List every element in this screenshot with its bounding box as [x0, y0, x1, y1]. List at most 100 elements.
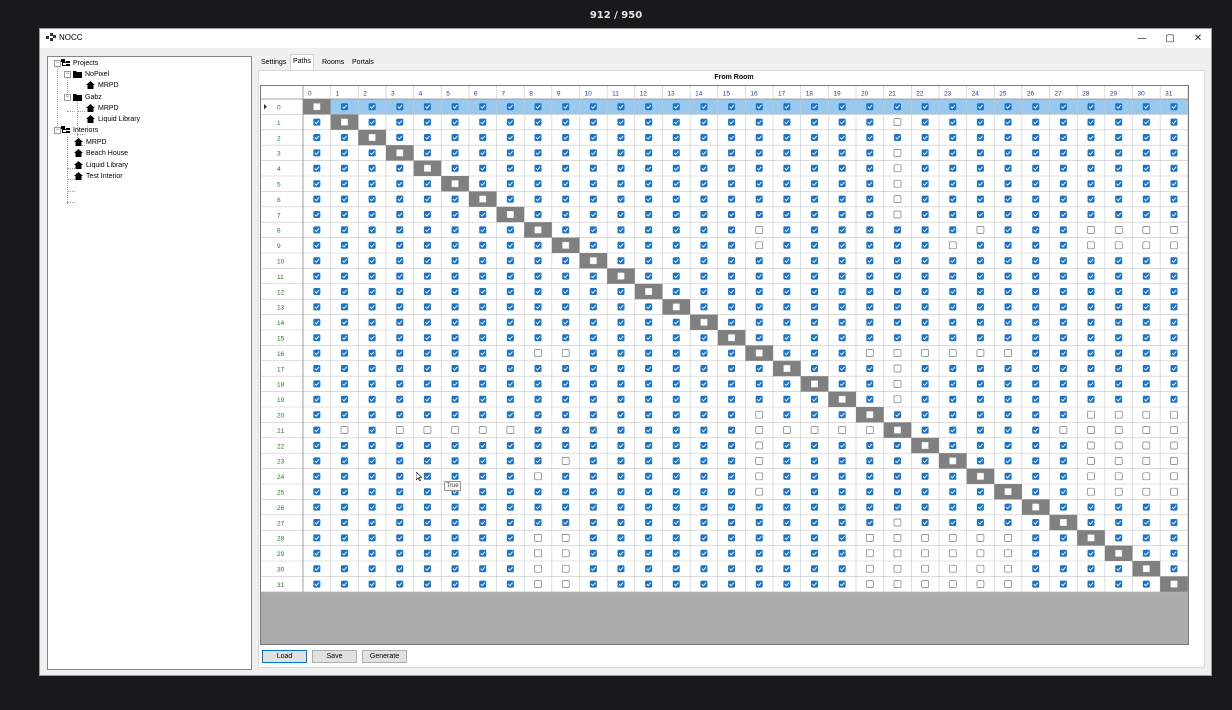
path-checkbox-unchecked[interactable]: [1004, 549, 1012, 558]
path-checkbox-checked[interactable]: [728, 503, 736, 511]
path-checkbox-checked[interactable]: [1032, 426, 1040, 434]
path-checkbox-checked[interactable]: [1087, 211, 1095, 218]
path-checkbox-checked[interactable]: [672, 472, 680, 480]
path-checkbox-checked[interactable]: [589, 103, 597, 111]
path-checkbox-checked[interactable]: [479, 519, 487, 526]
path-checkbox-checked[interactable]: [479, 457, 487, 465]
path-checkbox-checked[interactable]: [617, 334, 625, 342]
path-checkbox-checked[interactable]: [562, 395, 570, 403]
path-checkbox-checked[interactable]: [672, 565, 680, 573]
path-checkbox-checked[interactable]: [866, 380, 874, 388]
path-checkbox-checked[interactable]: [645, 395, 653, 403]
path-checkbox-checked[interactable]: [423, 257, 431, 265]
path-checkbox-checked[interactable]: [728, 118, 736, 126]
path-checkbox-checked[interactable]: [921, 426, 929, 434]
path-checkbox-unchecked[interactable]: [893, 395, 902, 404]
path-checkbox-checked[interactable]: [313, 195, 321, 203]
path-checkbox-checked[interactable]: [1142, 118, 1150, 126]
path-checkbox-checked[interactable]: [368, 272, 376, 280]
path-checkbox-checked[interactable]: [1059, 288, 1067, 295]
path-checkbox-checked[interactable]: [589, 365, 597, 372]
path-checkbox-checked[interactable]: [1032, 134, 1040, 141]
path-checkbox-checked[interactable]: [728, 195, 736, 203]
path-checkbox-checked[interactable]: [1059, 365, 1067, 372]
path-checkbox-checked[interactable]: [811, 226, 819, 234]
path-checkbox-checked[interactable]: [396, 288, 404, 295]
path-checkbox-unchecked[interactable]: [893, 549, 902, 558]
path-checkbox-checked[interactable]: [1004, 442, 1012, 449]
path-checkbox-checked[interactable]: [672, 149, 680, 157]
path-checkbox-checked[interactable]: [506, 534, 514, 542]
path-checkbox-unchecked[interactable]: [1142, 410, 1151, 419]
path-checkbox-unchecked[interactable]: [534, 349, 542, 357]
path-matrix-svg[interactable]: 0 1 2 3 4 5 6 7 8 9 10 11 12 13 14 15 16 17 18 19 20 21 22 23 24…: [261, 86, 1189, 645]
path-checkbox-checked[interactable]: [672, 180, 680, 188]
path-checkbox-checked[interactable]: [506, 149, 514, 157]
path-checkbox-checked[interactable]: [1142, 103, 1150, 111]
path-checkbox-unchecked[interactable]: [1170, 410, 1178, 419]
path-checkbox-checked[interactable]: [451, 549, 459, 557]
path-checkbox-checked[interactable]: [340, 442, 348, 449]
path-checkbox-checked[interactable]: [479, 164, 487, 172]
path-checkbox-checked[interactable]: [1087, 349, 1095, 357]
path-checkbox-checked[interactable]: [893, 457, 901, 465]
path-checkbox-unchecked[interactable]: [1142, 241, 1151, 250]
path-checkbox-checked[interactable]: [755, 103, 763, 111]
path-checkbox-checked[interactable]: [589, 334, 597, 342]
path-checkbox-checked[interactable]: [1032, 211, 1040, 218]
path-checkbox-checked[interactable]: [1142, 149, 1150, 157]
tree-node-interiors[interactable]: Interiors: [61, 125, 98, 136]
path-checkbox-checked[interactable]: [893, 288, 901, 295]
path-checkbox-checked[interactable]: [838, 565, 846, 573]
path-checkbox-checked[interactable]: [1032, 488, 1040, 496]
path-checkbox-checked[interactable]: [534, 426, 542, 434]
path-checkbox-checked[interactable]: [396, 334, 404, 342]
path-checkbox-unchecked[interactable]: [865, 580, 874, 588]
path-checkbox-checked[interactable]: [1059, 472, 1067, 480]
path-checkbox-checked[interactable]: [423, 580, 431, 588]
path-checkbox-checked[interactable]: [451, 226, 459, 234]
path-checkbox-checked[interactable]: [423, 488, 431, 496]
path-checkbox-unchecked[interactable]: [1170, 457, 1178, 465]
path-checkbox-checked[interactable]: [949, 334, 957, 342]
path-checkbox-checked[interactable]: [313, 226, 321, 234]
path-checkbox-checked[interactable]: [755, 272, 763, 280]
path-checkbox-checked[interactable]: [423, 195, 431, 203]
path-checkbox-checked[interactable]: [1115, 380, 1123, 388]
path-checkbox-checked[interactable]: [893, 226, 901, 234]
path-checkbox-checked[interactable]: [534, 365, 542, 372]
path-checkbox-checked[interactable]: [506, 580, 514, 588]
path-checkbox-checked[interactable]: [534, 149, 542, 157]
path-checkbox-unchecked[interactable]: [561, 534, 570, 542]
path-checkbox-checked[interactable]: [1087, 380, 1095, 388]
path-checkbox-checked[interactable]: [755, 503, 763, 511]
path-checkbox-checked[interactable]: [617, 303, 625, 311]
path-checkbox-checked[interactable]: [313, 149, 321, 157]
path-checkbox-checked[interactable]: [340, 195, 348, 203]
path-checkbox-checked[interactable]: [396, 565, 404, 573]
path-checkbox-checked[interactable]: [1142, 395, 1150, 403]
path-checkbox-checked[interactable]: [423, 303, 431, 311]
path-checkbox-checked[interactable]: [1004, 411, 1012, 419]
path-checkbox-checked[interactable]: [1004, 118, 1012, 126]
path-checkbox-checked[interactable]: [1032, 534, 1040, 542]
path-checkbox-checked[interactable]: [1115, 565, 1123, 573]
path-checkbox-checked[interactable]: [949, 257, 957, 265]
path-checkbox-checked[interactable]: [866, 134, 874, 141]
path-checkbox-checked[interactable]: [949, 411, 957, 419]
path-checkbox-checked[interactable]: [534, 334, 542, 342]
path-checkbox-checked[interactable]: [1142, 288, 1150, 295]
path-checkbox-checked[interactable]: [672, 426, 680, 434]
path-checkbox-checked[interactable]: [838, 349, 846, 357]
path-checkbox-unchecked[interactable]: [1087, 410, 1095, 419]
path-checkbox-checked[interactable]: [562, 288, 570, 295]
path-checkbox-unchecked[interactable]: [451, 426, 459, 434]
path-checkbox-checked[interactable]: [700, 180, 708, 188]
path-checkbox-unchecked[interactable]: [1087, 241, 1095, 250]
path-checkbox-checked[interactable]: [423, 211, 431, 218]
path-checkbox-checked[interactable]: [534, 318, 542, 326]
path-checkbox-checked[interactable]: [617, 241, 625, 249]
path-checkbox-checked[interactable]: [645, 349, 653, 357]
path-checkbox-checked[interactable]: [728, 395, 736, 403]
path-checkbox-checked[interactable]: [645, 272, 653, 280]
